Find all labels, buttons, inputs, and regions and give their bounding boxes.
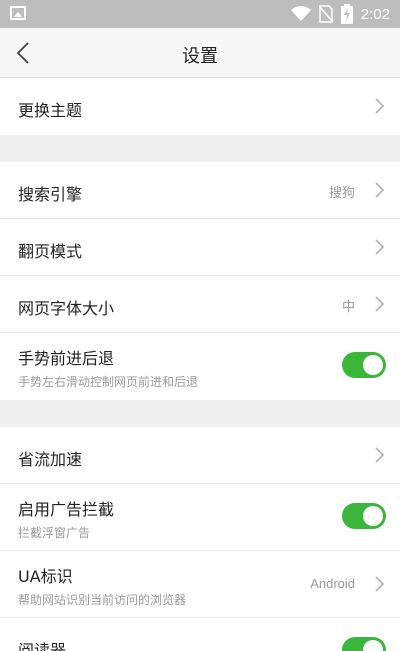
settings-row[interactable]: 搜索引擎 搜狗 (0, 162, 400, 219)
setting-label: 启用广告拦截 (18, 500, 115, 519)
setting-label: 搜索引擎 (18, 185, 83, 204)
wifi-icon (290, 6, 311, 22)
no-sim-icon (318, 5, 333, 23)
settings-group: 搜索引擎 搜狗翻页模式网页字体大小 中手势前进后退手势左右滑动控制网页前进和后退 (0, 162, 400, 400)
settings-row[interactable]: 网页字体大小 中 (0, 276, 400, 333)
setting-value: Android (310, 576, 355, 591)
setting-label: 省流加速 (18, 450, 83, 469)
settings-group: 省流加速启用广告拦截拦截浮窗广告 UA标识帮助网站识别当前访问的浏览器 Androi… (0, 427, 400, 651)
settings-row[interactable]: 启用广告拦截拦截浮窗广告 (0, 484, 400, 551)
setting-description: 帮助网站识别当前访问的浏览器 (18, 593, 187, 607)
setting-label: 阅读器 (18, 641, 67, 651)
chevron-right-icon (375, 296, 385, 312)
setting-label: 手势前进后退 (18, 349, 115, 368)
status-bar: 2:02 (0, 0, 400, 28)
chevron-right-icon (375, 182, 385, 198)
settings-group: 更换主题 (0, 78, 400, 135)
group-separator (0, 135, 400, 162)
chevron-right-icon (375, 98, 385, 114)
setting-description: 拦截浮窗广告 (18, 526, 91, 540)
setting-value: 中 (341, 299, 355, 314)
title-bar: 设置 (0, 28, 400, 78)
chevron-right-icon (375, 447, 385, 463)
group-separator (0, 400, 400, 427)
setting-label: 翻页模式 (18, 242, 83, 261)
setting-label: UA标识 (18, 567, 73, 586)
settings-row[interactable]: 手势前进后退手势左右滑动控制网页前进和后退 (0, 333, 400, 400)
page-title: 设置 (182, 46, 218, 67)
toggle-switch[interactable] (342, 352, 386, 378)
setting-description: 手势左右滑动控制网页前进和后退 (18, 375, 199, 389)
settings-row[interactable]: UA标识帮助网站识别当前访问的浏览器 Android (0, 551, 400, 618)
toggle-switch[interactable] (342, 637, 386, 651)
battery-charging-icon (340, 4, 353, 24)
chevron-right-icon (375, 239, 385, 255)
status-time: 2:02 (360, 5, 390, 23)
settings-row[interactable]: 更换主题 (0, 78, 400, 135)
setting-label: 更换主题 (18, 101, 83, 120)
image-notification-icon (10, 6, 26, 20)
chevron-right-icon (375, 576, 385, 592)
settings-row[interactable]: 翻页模式 (0, 219, 400, 276)
setting-value: 搜狗 (328, 185, 355, 200)
toggle-switch[interactable] (342, 503, 386, 529)
settings-list: 更换主题搜索引擎 搜狗翻页模式网页字体大小 中手势前进后退手势左右滑动控制网页前进和… (0, 78, 400, 651)
settings-row[interactable]: 省流加速 (0, 427, 400, 484)
setting-label: 网页字体大小 (18, 299, 115, 318)
settings-row[interactable]: 阅读器 (0, 618, 400, 651)
